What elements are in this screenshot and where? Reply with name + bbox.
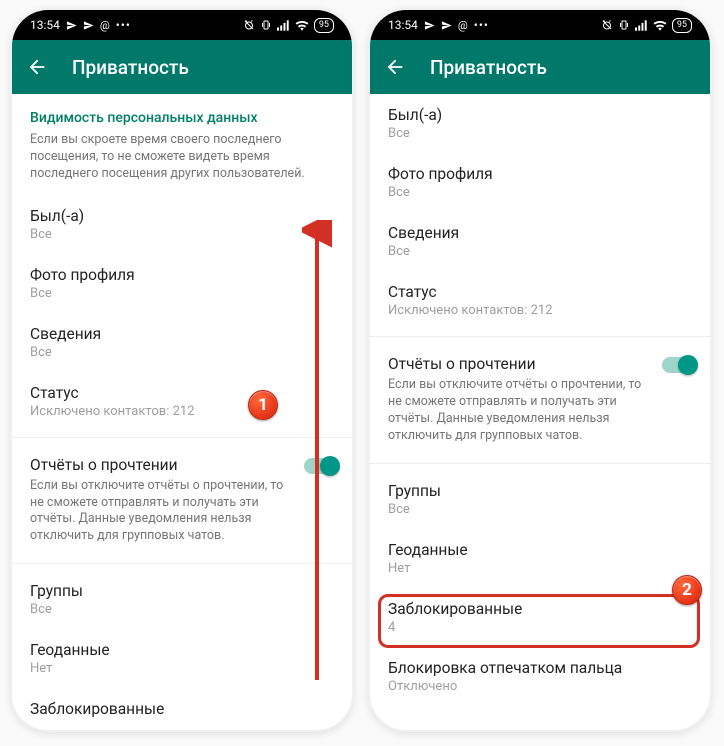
item-subtitle: Нет: [388, 561, 692, 576]
item-subtitle: Отключено: [388, 679, 692, 694]
battery-icon: 95: [672, 18, 692, 33]
divider: [12, 437, 352, 438]
item-title: Геоданные: [388, 541, 692, 559]
more-icon: •••: [474, 18, 489, 32]
last-seen-item[interactable]: Был(-а) Все: [370, 94, 710, 153]
item-title: Статус: [388, 283, 692, 301]
item-description: Если вы отключите отчёты о прочтении, то…: [30, 478, 334, 546]
status-item[interactable]: Статус Исключено контактов: 212: [370, 271, 710, 330]
item-subtitle: Все: [30, 227, 334, 242]
divider: [12, 563, 352, 564]
profile-photo-item[interactable]: Фото профиля Все: [370, 153, 710, 212]
item-subtitle: Все: [388, 185, 692, 200]
status-time: 13:54: [30, 18, 60, 32]
section-header: Видимость персональных данных: [12, 94, 352, 132]
blocked-item[interactable]: Заблокированные 4: [370, 588, 710, 647]
item-description: Если вы отключите отчёты о прочтении, то…: [388, 377, 692, 445]
wifi-icon: [295, 20, 309, 31]
item-title: Отчёты о прочтении: [388, 355, 692, 373]
item-title: Группы: [388, 482, 692, 500]
item-title: Геоданные: [30, 641, 334, 659]
item-subtitle: Все: [30, 286, 334, 301]
item-title: Отчёты о прочтении: [30, 456, 334, 474]
item-title: Блокировка отпечатком пальца: [388, 659, 692, 677]
at-icon: @: [458, 19, 468, 32]
app-bar: Приватность: [370, 40, 710, 94]
read-receipts-switch[interactable]: [304, 458, 338, 474]
last-seen-item[interactable]: Был(-а) Все: [12, 195, 352, 254]
about-item[interactable]: Сведения Все: [370, 212, 710, 271]
vibrate-icon: [618, 19, 630, 31]
item-title: Был(-а): [30, 207, 334, 225]
back-button[interactable]: [384, 56, 406, 78]
read-receipts-item[interactable]: Отчёты о прочтении Если вы отключите отч…: [12, 444, 352, 558]
appbar-title: Приватность: [430, 56, 547, 79]
signal-icon: [277, 20, 290, 31]
paper-plane-icon: [424, 20, 435, 31]
item-title: Сведения: [30, 325, 334, 343]
read-receipts-switch[interactable]: [662, 357, 696, 373]
blocked-item[interactable]: Заблокированные: [12, 688, 352, 730]
item-subtitle: Исключено контактов: 212: [30, 404, 334, 419]
item-title: Группы: [30, 582, 334, 600]
item-title: Заблокированные: [30, 700, 334, 718]
settings-list[interactable]: Был(-а) Все Фото профиля Все Сведения Вс…: [370, 94, 710, 730]
item-title: Фото профиля: [388, 165, 692, 183]
divider: [370, 336, 710, 337]
item-title: Статус: [30, 384, 334, 402]
item-subtitle: Все: [388, 126, 692, 141]
item-title: Фото профиля: [30, 266, 334, 284]
item-subtitle: Все: [388, 502, 692, 517]
annotation-badge-1: 1: [248, 390, 278, 420]
status-item[interactable]: Статус Исключено контактов: 212: [12, 372, 352, 431]
item-subtitle: Все: [30, 345, 334, 360]
app-bar: Приватность: [12, 40, 352, 94]
paper-plane-icon: [83, 20, 94, 31]
phone-right: 13:54 @ ••• 95: [370, 10, 710, 730]
groups-item[interactable]: Группы Все: [12, 570, 352, 629]
settings-list[interactable]: Видимость персональных данных Если вы ск…: [12, 94, 352, 730]
live-location-item[interactable]: Геоданные Нет: [370, 529, 710, 588]
item-subtitle: Все: [388, 244, 692, 259]
battery-icon: 95: [314, 18, 334, 33]
status-time: 13:54: [388, 18, 418, 32]
item-subtitle: 4: [388, 620, 692, 635]
appbar-title: Приватность: [72, 56, 189, 79]
paper-plane-icon: [441, 20, 452, 31]
read-receipts-item[interactable]: Отчёты о прочтении Если вы отключите отч…: [370, 343, 710, 457]
fingerprint-lock-item[interactable]: Блокировка отпечатком пальца Отключено: [370, 647, 710, 706]
status-bar: 13:54 @ ••• 95: [370, 10, 710, 40]
signal-icon: [635, 20, 648, 31]
profile-photo-item[interactable]: Фото профиля Все: [12, 254, 352, 313]
item-title: Сведения: [388, 224, 692, 242]
vibrate-icon: [260, 19, 272, 31]
item-title: Заблокированные: [388, 600, 692, 618]
wifi-icon: [653, 20, 667, 31]
annotation-badge-2: 2: [672, 575, 702, 605]
live-location-item[interactable]: Геоданные Нет: [12, 629, 352, 688]
more-icon: •••: [116, 18, 131, 32]
paper-plane-icon: [66, 20, 77, 31]
status-bar: 13:54 @ ••• 95: [12, 10, 352, 40]
alarm-off-icon: [601, 19, 613, 31]
alarm-off-icon: [243, 19, 255, 31]
item-subtitle: Нет: [30, 661, 334, 676]
about-item[interactable]: Сведения Все: [12, 313, 352, 372]
item-subtitle: Исключено контактов: 212: [388, 303, 692, 318]
item-title: Был(-а): [388, 106, 692, 124]
section-description: Если вы скроете время своего последнего …: [12, 132, 352, 195]
phone-left: 13:54 @ ••• 95: [12, 10, 352, 730]
at-icon: @: [100, 19, 110, 32]
back-button[interactable]: [26, 56, 48, 78]
item-subtitle: Все: [30, 602, 334, 617]
groups-item[interactable]: Группы Все: [370, 470, 710, 529]
divider: [370, 463, 710, 464]
